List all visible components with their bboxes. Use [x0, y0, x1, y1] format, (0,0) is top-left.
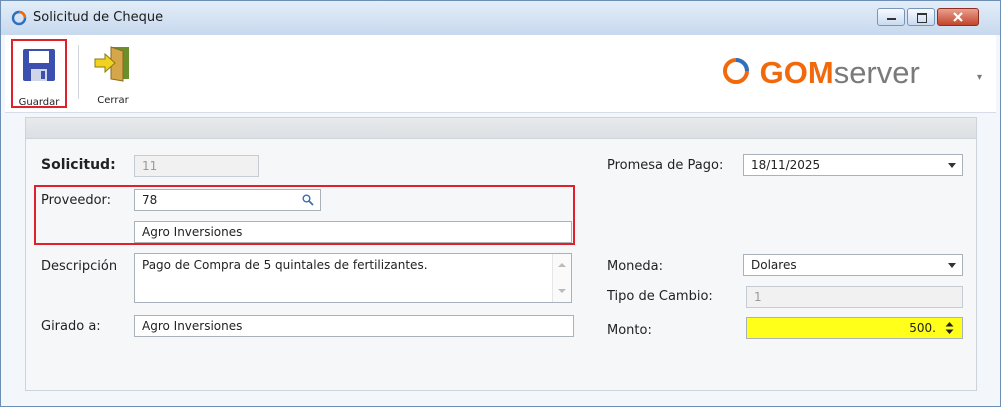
maximize-button[interactable] — [907, 8, 935, 26]
panel-header — [26, 118, 976, 139]
scroll-up-icon[interactable] — [558, 263, 566, 267]
title-bar: Solicitud de Cheque — [1, 1, 1000, 35]
minimize-icon — [887, 18, 896, 20]
save-icon — [23, 49, 55, 81]
chevron-down-icon[interactable] — [948, 263, 956, 268]
gomserver-logo: GOMserver — [721, 55, 920, 91]
proveedor-label: Proveedor: — [41, 193, 112, 208]
descripcion-value: Pago de Compra de 5 quintales de fertili… — [142, 258, 428, 272]
proveedor-name-field[interactable]: Agro Inversiones — [134, 221, 572, 243]
moneda-select[interactable]: Dolares — [743, 254, 963, 276]
solicitud-label: Solicitud: — [41, 157, 116, 173]
moneda-label: Moneda: — [607, 259, 664, 274]
toolbar-menu-chevron-icon[interactable]: ▾ — [977, 72, 982, 83]
toolbar-separator — [78, 45, 79, 99]
promesa-date-picker[interactable]: 18/11/2025 — [743, 154, 963, 176]
descripcion-textarea[interactable]: Pago de Compra de 5 quintales de fertili… — [134, 253, 572, 303]
proveedor-field[interactable]: 78 — [134, 189, 321, 211]
cerrar-label: Cerrar — [97, 95, 129, 106]
monto-field[interactable]: 500. — [746, 317, 963, 339]
exit-door-icon — [94, 46, 129, 82]
descripcion-label: Descripción — [41, 259, 118, 274]
logo-text-gom: GOM — [759, 55, 834, 90]
moneda-value: Dolares — [751, 258, 797, 272]
close-button[interactable] — [937, 8, 979, 26]
proveedor-value: 78 — [142, 193, 158, 207]
promesa-label: Promesa de Pago: — [607, 158, 724, 173]
girado-label: Girado a: — [41, 319, 101, 334]
solicitud-cheque-window: Solicitud de Cheque Guardar Cerrar GOMse… — [0, 0, 1001, 407]
gomserver-logo-icon — [723, 58, 749, 84]
close-icon — [953, 12, 963, 22]
maximize-icon — [917, 13, 927, 23]
tipo-cambio-label: Tipo de Cambio: — [607, 289, 713, 304]
monto-label: Monto: — [607, 323, 652, 338]
search-icon[interactable] — [302, 194, 314, 206]
chevron-down-icon[interactable] — [948, 163, 956, 168]
cerrar-button[interactable]: Cerrar — [85, 39, 141, 108]
minimize-button[interactable] — [877, 8, 905, 26]
monto-value: 500. — [909, 321, 936, 335]
guardar-label: Guardar — [18, 97, 60, 108]
toolbar: Guardar Cerrar GOMserver ▾ — [5, 35, 996, 113]
promesa-value: 18/11/2025 — [751, 158, 821, 172]
girado-field[interactable]: Agro Inversiones — [134, 315, 574, 337]
descripcion-scrollbar[interactable] — [552, 254, 571, 302]
guardar-button[interactable]: Guardar — [11, 39, 67, 108]
logo-text-server: server — [833, 55, 920, 90]
scroll-down-icon[interactable] — [558, 289, 566, 293]
solicitud-field: 11 — [134, 155, 259, 177]
tipo-cambio-field: 1 — [746, 286, 963, 308]
app-logo-icon — [11, 10, 27, 26]
spin-up-down-icon[interactable] — [945, 321, 954, 335]
window-title: Solicitud de Cheque — [33, 10, 164, 25]
